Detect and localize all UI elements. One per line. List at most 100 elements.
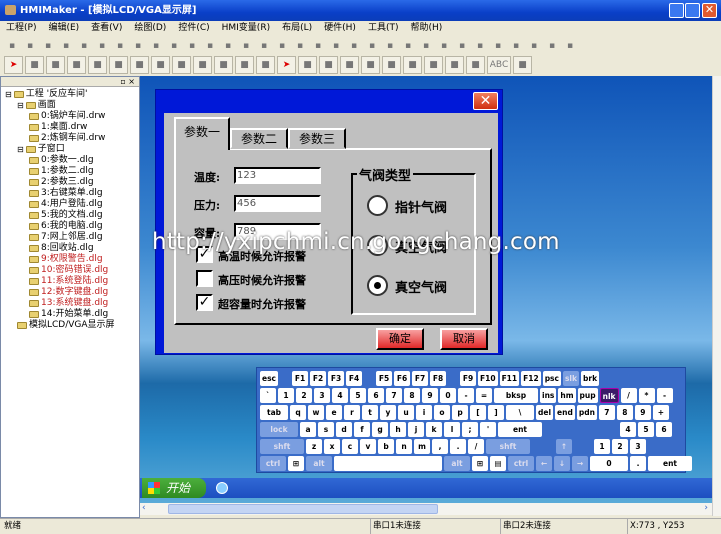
key-F1[interactable]: F1: [292, 371, 308, 386]
rectangle-icon[interactable]: ■: [25, 55, 44, 74]
knob-icon[interactable]: ■: [340, 55, 359, 74]
key-[[interactable]: [: [470, 405, 486, 420]
key-ent[interactable]: ent: [648, 456, 692, 471]
checkbox[interactable]: [196, 270, 213, 287]
key-x[interactable]: x: [324, 439, 340, 454]
key-nlk[interactable]: nlk: [599, 388, 619, 403]
tree-item[interactable]: 0:参数一.dlg: [1, 155, 139, 166]
key-F11[interactable]: F11: [499, 371, 520, 386]
key-b[interactable]: b: [378, 439, 394, 454]
tree-item[interactable]: 0:锅炉车间.drw: [1, 111, 139, 122]
key-/[interactable]: /: [468, 439, 484, 454]
radio-button[interactable]: [367, 275, 388, 296]
key-F9[interactable]: F9: [460, 371, 476, 386]
corner-icon[interactable]: ■: [235, 55, 254, 74]
tree-item[interactable]: 3:右键菜单.dlg: [1, 188, 139, 199]
key-c[interactable]: c: [342, 439, 358, 454]
tree-item[interactable]: 6:我的电脑.dlg: [1, 221, 139, 232]
same-height-icon[interactable]: ▪: [364, 38, 380, 53]
delete-icon[interactable]: ▪: [112, 38, 128, 53]
scroll-left-icon[interactable]: ‹: [142, 503, 146, 513]
backward-icon[interactable]: ▪: [220, 38, 236, 53]
key--[interactable]: -: [656, 388, 673, 403]
key-↑[interactable]: ↑: [556, 439, 572, 454]
key-h[interactable]: h: [390, 422, 406, 437]
tree-item[interactable]: 模拟LCD/VGA显示屏: [1, 320, 139, 331]
key-alt[interactable]: alt: [444, 456, 470, 471]
tree-item[interactable]: ⊟ 工程 '反应车间': [1, 89, 139, 100]
panel-close-icon[interactable]: ▫ ×: [120, 77, 135, 86]
slim-block-icon[interactable]: ■: [445, 55, 464, 74]
tab-param3[interactable]: 参数三: [288, 128, 346, 149]
tab-param1[interactable]: 参数一: [174, 117, 230, 150]
key-`[interactable]: `: [260, 388, 276, 403]
block-icon[interactable]: ■: [424, 55, 443, 74]
close-button[interactable]: ✕: [702, 3, 717, 18]
line-icon[interactable]: ■: [46, 55, 65, 74]
rounded-rect-icon[interactable]: ■: [88, 55, 107, 74]
key-7[interactable]: 7: [598, 405, 615, 420]
key-z[interactable]: z: [306, 439, 322, 454]
key-esc[interactable]: esc: [260, 371, 278, 386]
key-3[interactable]: 3: [314, 388, 330, 403]
key-F8[interactable]: F8: [430, 371, 446, 386]
forward-icon[interactable]: ▪: [202, 38, 218, 53]
circle-icon[interactable]: ■: [109, 55, 128, 74]
key-ent[interactable]: ent: [498, 422, 542, 437]
key-5[interactable]: 5: [638, 422, 654, 437]
key-t[interactable]: t: [362, 405, 378, 420]
open-icon[interactable]: ▪: [22, 38, 38, 53]
key-=[interactable]: =: [476, 388, 492, 403]
key-l[interactable]: l: [444, 422, 460, 437]
key-p[interactable]: p: [452, 405, 468, 420]
key-ctrl[interactable]: ctrl: [508, 456, 534, 471]
menu-item[interactable]: 绘图(D): [134, 21, 166, 36]
key-F7[interactable]: F7: [412, 371, 428, 386]
key-e[interactable]: e: [326, 405, 342, 420]
key-j[interactable]: j: [408, 422, 424, 437]
menu-item[interactable]: 工程(P): [6, 21, 36, 36]
menu-item[interactable]: 查看(V): [91, 21, 122, 36]
key-ctrl[interactable]: ctrl: [260, 456, 286, 471]
abc-text-icon[interactable]: ABC: [487, 55, 511, 74]
image-icon[interactable]: ■: [172, 55, 191, 74]
align-bottom-icon[interactable]: ▪: [328, 38, 344, 53]
grid-f-icon[interactable]: ▪: [562, 38, 578, 53]
dial-icon[interactable]: ■: [319, 55, 338, 74]
key-r[interactable]: r: [344, 405, 360, 420]
key-tab[interactable]: tab: [260, 405, 288, 420]
tab-param2[interactable]: 参数二: [230, 128, 288, 149]
tree-item[interactable]: ⊟ 子窗口: [1, 144, 139, 155]
key-m[interactable]: m: [414, 439, 430, 454]
tree-item[interactable]: 7:网上邻居.dlg: [1, 232, 139, 243]
expand-icon[interactable]: ⊟: [17, 100, 24, 111]
center-h-icon[interactable]: ▪: [436, 38, 452, 53]
temperature-input[interactable]: 123: [234, 167, 321, 184]
menu-item[interactable]: HMI变量(R): [222, 21, 270, 36]
bracket-icon[interactable]: ■: [193, 55, 212, 74]
key-space[interactable]: [334, 456, 442, 471]
key-w[interactable]: w: [308, 405, 324, 420]
tree-item[interactable]: 9:权限警告.dlg: [1, 254, 139, 265]
expand-icon[interactable]: ⊟: [5, 89, 12, 100]
key-0[interactable]: 0: [590, 456, 628, 471]
key-n[interactable]: n: [396, 439, 412, 454]
grid-e-icon[interactable]: ▪: [544, 38, 560, 53]
key-brk[interactable]: brk: [581, 371, 600, 386]
tree-item[interactable]: 12:数字键盘.dlg: [1, 287, 139, 298]
label-icon[interactable]: ■: [403, 55, 422, 74]
pointer-icon[interactable]: ➤: [277, 55, 296, 74]
key-F10[interactable]: F10: [478, 371, 498, 386]
center-v-icon[interactable]: ▪: [454, 38, 470, 53]
key-s[interactable]: s: [318, 422, 334, 437]
ellipse-icon[interactable]: ■: [130, 55, 149, 74]
frame-icon[interactable]: ■: [513, 55, 532, 74]
key-+[interactable]: +: [652, 405, 669, 420]
key-⊞[interactable]: ⊞: [472, 456, 488, 471]
key-F12[interactable]: F12: [521, 371, 541, 386]
key-3[interactable]: 3: [630, 439, 646, 454]
key-\[interactable]: \: [506, 405, 534, 420]
key-,[interactable]: ,: [432, 439, 448, 454]
key-5[interactable]: 5: [350, 388, 366, 403]
tree-item[interactable]: 5:我的文档.dlg: [1, 210, 139, 221]
